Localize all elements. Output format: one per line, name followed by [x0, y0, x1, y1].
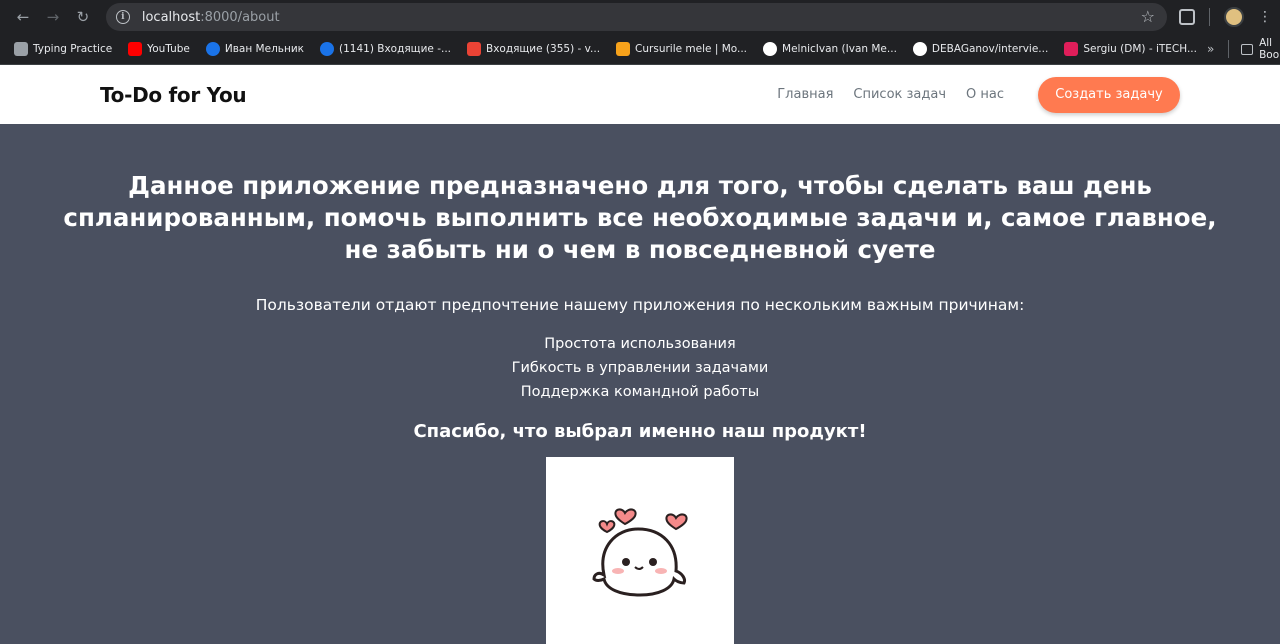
url-text[interactable]: localhost:8000/about — [142, 10, 280, 25]
nav-link-about[interactable]: О нас — [966, 87, 1004, 102]
bookmark-item[interactable]: Typing Practice — [8, 37, 118, 61]
site-info-icon[interactable]: i — [115, 10, 130, 24]
list-item: Поддержка командной работы — [520, 384, 760, 400]
folder-icon — [1241, 43, 1254, 55]
site-header: To-Do for You Главная Список задач О нас… — [0, 65, 1280, 124]
nav-link-home[interactable]: Главная — [777, 87, 833, 102]
github-icon — [763, 42, 778, 56]
bookmark-item[interactable]: (1141) Входящие -... — [314, 37, 457, 61]
list-item: Простота использования — [544, 336, 736, 352]
reasons-list: Простота использования Гибкость в управл… — [0, 332, 1280, 404]
cute-seal-with-hearts-icon — [592, 508, 688, 597]
page-headline: Данное приложение предназначено для того… — [63, 171, 1217, 264]
bookmark-item[interactable]: Иван Мельник — [200, 37, 310, 61]
all-bookmarks-button[interactable]: All Bookmarks — [1241, 37, 1280, 61]
mail-icon — [320, 42, 335, 56]
bookmarks-bar: Typing Practice YouTube Иван Мельник (11… — [0, 34, 1280, 65]
nav-link-tasks[interactable]: Список задач — [853, 87, 946, 102]
bookmark-item[interactable]: DEBAGanov/intervie... — [907, 37, 1054, 61]
address-bar[interactable]: i localhost:8000/about ☆ — [105, 3, 1168, 31]
bookmark-item[interactable]: Cursurile mele | Mo... — [610, 37, 753, 61]
mascot-image — [546, 457, 734, 644]
slack-icon — [1064, 42, 1079, 56]
toolbar-divider — [1209, 8, 1211, 26]
main-nav: Главная Список задач О нас Создать задач… — [777, 76, 1180, 113]
bookmark-item[interactable]: Входящие (355) - v... — [461, 37, 606, 61]
typing-icon — [14, 42, 28, 56]
browser-toolbar: ← → ↻ i localhost:8000/about ☆ ⋮ — [0, 0, 1280, 34]
github-icon — [912, 42, 927, 56]
bookmark-item[interactable]: Sergiu (DM) - iTECH... — [1058, 37, 1203, 61]
intro-text: Пользователи отдают предпочтение нашему … — [255, 296, 1025, 314]
menu-icon[interactable]: ⋮ — [1258, 9, 1272, 25]
about-content: Данное приложение предназначено для того… — [0, 124, 1280, 644]
list-item: Гибкость в управлении задачами — [511, 360, 769, 376]
back-icon[interactable]: ← — [8, 3, 38, 31]
forward-icon[interactable]: → — [38, 3, 68, 31]
bookmark-item[interactable]: YouTube — [122, 37, 196, 61]
messenger-icon — [205, 42, 220, 56]
site-logo[interactable]: To-Do for You — [100, 83, 247, 107]
bookmark-item[interactable]: MelnicIvan (Ivan Me... — [757, 37, 903, 61]
thanks-heading: Спасибо, что выбрал именно наш продукт! — [413, 421, 867, 442]
extensions-icon[interactable] — [1179, 9, 1196, 25]
create-task-button[interactable]: Создать задачу — [1038, 76, 1180, 113]
profile-avatar[interactable] — [1224, 7, 1245, 27]
bookmark-star-icon[interactable]: ☆ — [1141, 7, 1155, 26]
moodle-icon — [616, 42, 631, 56]
more-bookmarks-button[interactable]: » — [1207, 40, 1230, 58]
gmail-icon — [467, 42, 481, 56]
reload-icon[interactable]: ↻ — [68, 3, 98, 31]
youtube-icon — [128, 42, 143, 56]
